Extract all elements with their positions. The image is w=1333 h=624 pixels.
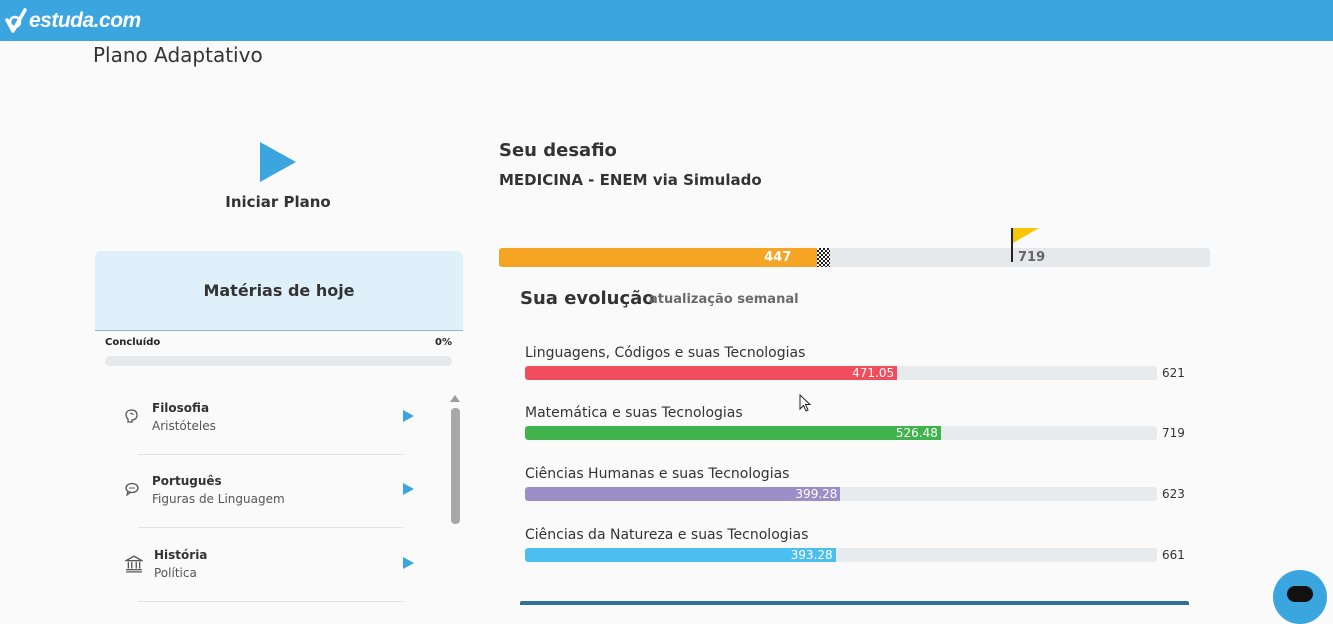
area-progress-bar: 471.05 bbox=[525, 366, 1157, 380]
area-goal: 719 bbox=[1162, 426, 1185, 440]
checkmark-logo-icon bbox=[5, 8, 27, 33]
scrollbar-thumb[interactable] bbox=[451, 408, 460, 524]
play-icon bbox=[260, 142, 296, 182]
area-progress-fill: 393.28 bbox=[525, 548, 836, 562]
area-name: Matemática e suas Tecnologias bbox=[525, 405, 743, 421]
area-progress-humanas: Ciências Humanas e suas Tecnologias 399.… bbox=[525, 466, 1195, 506]
chat-bubble-icon bbox=[1287, 586, 1313, 602]
start-plan-button[interactable]: Iniciar Plano bbox=[190, 140, 366, 211]
divider bbox=[138, 527, 403, 528]
museum-icon bbox=[125, 555, 143, 573]
area-name: Linguagens, Códigos e suas Tecnologias bbox=[525, 345, 806, 361]
finish-flag-marker-icon bbox=[817, 248, 831, 267]
area-progress-bar: 399.28 bbox=[525, 487, 1157, 501]
current-score: 447 bbox=[764, 250, 792, 265]
area-progress-matematica: Matemática e suas Tecnologias 526.48 719 bbox=[525, 405, 1195, 445]
challenge-progress-bar: 447 bbox=[499, 248, 1210, 267]
play-subject-icon[interactable] bbox=[402, 556, 415, 570]
subject-item-filosofia[interactable]: Filosofia Aristóteles bbox=[118, 393, 418, 455]
area-progress-bar: 526.48 bbox=[525, 426, 1157, 440]
challenge-heading: Seu desafio bbox=[499, 140, 617, 161]
page-title: Plano Adaptativo bbox=[93, 43, 263, 67]
area-progress-fill: 471.05 bbox=[525, 366, 898, 380]
start-plan-label: Iniciar Plano bbox=[225, 193, 331, 211]
completion-percent: 0% bbox=[435, 337, 452, 348]
goal-score: 719 bbox=[1018, 250, 1046, 265]
subject-topic: Aristóteles bbox=[152, 419, 216, 433]
subject-name: Português bbox=[152, 474, 222, 488]
area-score: 393.28 bbox=[790, 548, 833, 562]
chat-button[interactable] bbox=[1273, 570, 1327, 624]
completion-row: Concluído 0% bbox=[105, 337, 452, 348]
area-name: Ciências da Natureza e suas Tecnologias bbox=[525, 527, 809, 543]
subject-topic: Figuras de Linguagem bbox=[152, 492, 285, 506]
area-score: 399.28 bbox=[795, 487, 838, 501]
subject-topic: Política bbox=[154, 566, 197, 580]
play-subject-icon[interactable] bbox=[402, 482, 415, 496]
top-bar: estuda.com bbox=[0, 0, 1333, 41]
area-progress-fill: 399.28 bbox=[525, 487, 841, 501]
area-progress-natureza: Ciências da Natureza e suas Tecnologias … bbox=[525, 527, 1195, 567]
divider bbox=[138, 601, 403, 602]
area-goal: 661 bbox=[1162, 548, 1185, 562]
play-subject-icon[interactable] bbox=[402, 409, 415, 423]
bottom-action-bar[interactable] bbox=[520, 601, 1189, 605]
area-score: 471.05 bbox=[852, 366, 895, 380]
evolution-subheading: atualização semanal bbox=[649, 292, 799, 307]
evolution-heading: Sua evolução bbox=[520, 288, 655, 309]
completion-progress-bar bbox=[105, 356, 452, 366]
area-name: Ciências Humanas e suas Tecnologias bbox=[525, 466, 790, 482]
area-goal: 621 bbox=[1162, 366, 1185, 380]
todays-subjects-card: Matérias de hoje bbox=[95, 251, 463, 331]
speech-bubble-icon bbox=[125, 482, 139, 497]
completion-label: Concluído bbox=[105, 337, 161, 348]
challenge-subtitle: MEDICINA - ENEM via Simulado bbox=[499, 171, 762, 189]
subject-item-portugues[interactable]: Português Figuras de Linguagem bbox=[118, 466, 418, 528]
mouse-cursor-icon bbox=[799, 394, 812, 412]
area-progress-bar: 393.28 bbox=[525, 548, 1157, 562]
area-progress-linguagens: Linguagens, Códigos e suas Tecnologias 4… bbox=[525, 345, 1195, 385]
subject-item-historia[interactable]: História Política bbox=[118, 540, 418, 602]
todays-subjects-title: Matérias de hoje bbox=[203, 281, 355, 300]
scroll-up-arrow[interactable] bbox=[450, 395, 460, 402]
area-progress-fill: 526.48 bbox=[525, 426, 941, 440]
area-goal: 623 bbox=[1162, 487, 1185, 501]
divider bbox=[138, 454, 403, 455]
brain-icon bbox=[125, 409, 138, 423]
subject-name: História bbox=[154, 548, 208, 562]
logo-text: estuda.com bbox=[29, 9, 141, 32]
subject-name: Filosofia bbox=[152, 401, 210, 415]
goal-flag-icon bbox=[1013, 228, 1039, 243]
challenge-progress-fill: 447 bbox=[499, 248, 818, 267]
area-score: 526.48 bbox=[895, 426, 938, 440]
estuda-logo[interactable]: estuda.com bbox=[4, 7, 141, 35]
